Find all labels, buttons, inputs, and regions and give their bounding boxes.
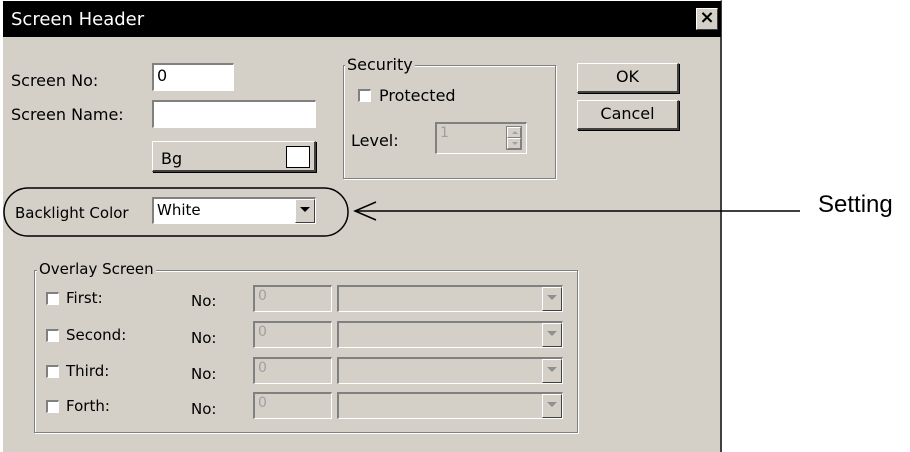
screen-header-dialog: Screen Header × Screen No: 0 Screen Name… bbox=[2, 0, 722, 452]
level-input[interactable]: 1 bbox=[435, 122, 527, 154]
overlay-legend: Overlay Screen bbox=[37, 260, 156, 278]
second-screen-select[interactable] bbox=[337, 321, 563, 348]
third-checkbox[interactable] bbox=[46, 365, 59, 378]
chevron-down-icon bbox=[547, 402, 557, 407]
first-label: First: bbox=[66, 289, 103, 307]
screen-no-input[interactable]: 0 bbox=[152, 63, 234, 91]
first-screen-select[interactable] bbox=[337, 285, 563, 312]
second-dropdown-button[interactable] bbox=[542, 323, 562, 347]
setting-annotation-label: Setting bbox=[818, 191, 893, 218]
backlight-color-select[interactable]: White bbox=[152, 197, 316, 224]
chevron-down-icon bbox=[547, 367, 557, 372]
close-icon[interactable]: × bbox=[699, 7, 714, 28]
title-bar: Screen Header × bbox=[3, 1, 721, 37]
first-checkbox[interactable] bbox=[46, 292, 59, 305]
third-screen-select[interactable] bbox=[337, 357, 563, 384]
forth-screen-select[interactable] bbox=[337, 392, 563, 419]
security-legend: Security bbox=[345, 55, 415, 74]
second-label: Second: bbox=[66, 326, 127, 344]
protected-checkbox[interactable] bbox=[358, 89, 371, 102]
screen-name-label: Screen Name: bbox=[11, 105, 124, 124]
third-no-input[interactable]: 0 bbox=[253, 357, 332, 384]
spin-up-icon[interactable] bbox=[507, 127, 521, 138]
screen-name-input[interactable] bbox=[152, 100, 316, 128]
third-no-label: No: bbox=[191, 365, 217, 383]
backlight-dropdown-button[interactable] bbox=[295, 199, 315, 223]
forth-no-input[interactable]: 0 bbox=[253, 392, 332, 419]
dialog-title: Screen Header bbox=[11, 9, 145, 30]
ok-button[interactable]: OK bbox=[577, 63, 679, 93]
chevron-down-icon bbox=[547, 331, 557, 336]
chevron-down-icon bbox=[547, 295, 557, 300]
bg-label: Bg bbox=[161, 149, 183, 168]
screen-no-label: Screen No: bbox=[11, 71, 99, 90]
third-dropdown-button[interactable] bbox=[542, 359, 562, 383]
level-spinner[interactable] bbox=[506, 126, 522, 150]
first-dropdown-button[interactable] bbox=[542, 287, 562, 311]
forth-dropdown-button[interactable] bbox=[542, 394, 562, 418]
third-label: Third: bbox=[66, 362, 110, 380]
chevron-down-icon bbox=[300, 207, 310, 212]
second-no-input[interactable]: 0 bbox=[253, 321, 332, 348]
spin-down-icon[interactable] bbox=[507, 138, 521, 149]
level-value: 1 bbox=[440, 125, 449, 141]
bg-color-swatch bbox=[286, 146, 310, 168]
protected-label: Protected bbox=[379, 86, 456, 105]
backlight-color-value: White bbox=[157, 201, 201, 219]
close-button[interactable]: × bbox=[696, 8, 718, 30]
level-label: Level: bbox=[351, 131, 399, 150]
forth-label: Forth: bbox=[66, 397, 110, 415]
first-no-input[interactable]: 0 bbox=[253, 285, 332, 312]
bg-color-button[interactable]: Bg bbox=[152, 141, 316, 172]
forth-no-label: No: bbox=[191, 400, 217, 418]
second-no-label: No: bbox=[191, 329, 217, 347]
second-checkbox[interactable] bbox=[46, 329, 59, 342]
cancel-button[interactable]: Cancel bbox=[577, 100, 679, 130]
forth-checkbox[interactable] bbox=[46, 400, 59, 413]
first-no-label: No: bbox=[191, 292, 217, 310]
backlight-color-label: Backlight Color bbox=[15, 204, 129, 222]
